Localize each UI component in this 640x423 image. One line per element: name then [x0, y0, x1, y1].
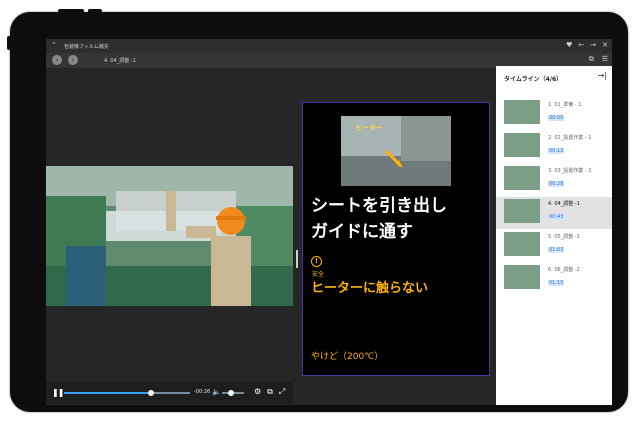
- timeline-item-label: 4. 04_調整 -1: [548, 201, 580, 207]
- side-button: [7, 36, 11, 50]
- power-button: [58, 9, 84, 13]
- timeline-item-6[interactable]: 6. 06_調整 -2 01:15: [496, 263, 612, 295]
- volume-knob[interactable]: [227, 390, 234, 396]
- video-frame[interactable]: [46, 166, 293, 306]
- tablet-frame: ⌃ 包装機フィルム補充 ♥ ← → ✕ ‹ › 4. 04_調整 -1 ⧉ ☰: [7, 9, 628, 412]
- timeline-header: タイムライン（4/6）: [504, 76, 563, 83]
- close-icon[interactable]: ✕: [602, 41, 608, 49]
- settings-gear-icon[interactable]: ⚙: [254, 387, 261, 397]
- timeline-item-5[interactable]: 5. 05_調整 -1 01:03: [496, 230, 612, 262]
- toolbar-icons: ⧉ ☰: [589, 55, 608, 64]
- collapse-panel-icon[interactable]: →|: [598, 71, 607, 80]
- timeline-item-4[interactable]: 4. 04_調整 -1 00:43: [496, 197, 612, 229]
- collapse-chevron-icon[interactable]: ⌃: [51, 41, 57, 49]
- warning-icon: !: [311, 256, 322, 267]
- player-right-icons: ⚙ ⧉ ⤢: [254, 387, 285, 397]
- slide-note: やけど（200℃）: [311, 352, 384, 362]
- timeline-item-time: 00:43: [548, 214, 565, 220]
- timeline-item-label: 1. 01_準備 - 1: [548, 102, 582, 108]
- heater-callout: ヒーター: [355, 124, 383, 132]
- volume-slider[interactable]: [222, 390, 244, 396]
- heart-icon[interactable]: ♥: [566, 41, 572, 49]
- video-scene: [46, 166, 293, 306]
- timeline-item-label: 3. 03_設置作業 - 2: [548, 168, 592, 174]
- chevron-right-icon: ›: [71, 56, 75, 64]
- timeline-item-label: 6. 06_調整 -2: [548, 267, 580, 273]
- next-button[interactable]: ›: [68, 55, 78, 65]
- progress-knob[interactable]: [147, 390, 154, 396]
- timeline-thumbnail: [504, 232, 540, 256]
- player-area: ヒーター シートを引き出し ガイドに通す ! 安全 ヒーターに触らない やけど（…: [46, 68, 496, 405]
- timeline-item-2[interactable]: 2. 02_設置作業 - 1 00:12: [496, 131, 612, 163]
- timeline-item-label: 5. 05_調整 -1: [548, 234, 580, 240]
- timeline-item-time: 00:00: [548, 115, 565, 121]
- progress-bar[interactable]: [64, 390, 190, 396]
- arrow-right-icon[interactable]: →: [590, 41, 596, 49]
- timeline-item-1[interactable]: 1. 01_準備 - 1 00:00: [496, 98, 612, 130]
- slide-title-line-1: シートを引き出し: [311, 196, 447, 216]
- timeline-item-3[interactable]: 3. 03_設置作業 - 2 00:28: [496, 164, 612, 196]
- timeline-thumbnail: [504, 199, 540, 223]
- popout-icon[interactable]: ⧉: [267, 387, 273, 397]
- volume-button: [88, 9, 102, 13]
- timeline-thumbnail: [504, 133, 540, 157]
- slide-photo: ヒーター: [341, 116, 451, 186]
- pause-icon[interactable]: ❚❚: [52, 388, 64, 397]
- title-controls: ♥ ← → ✕: [566, 41, 608, 49]
- timeline-thumbnail: [504, 166, 540, 190]
- timeline-thumbnail: [504, 265, 540, 289]
- warning-text: ヒーターに触らない: [311, 281, 429, 296]
- time-remaining: -00:26: [194, 389, 211, 395]
- slide-title-line-2: ガイドに通す: [311, 222, 413, 242]
- window-title: 包装機フィルム補充: [64, 44, 109, 50]
- timeline-item-time: 00:28: [548, 181, 565, 187]
- app-screen: ⌃ 包装機フィルム補充 ♥ ← → ✕ ‹ › 4. 04_調整 -1 ⧉ ☰: [46, 39, 612, 405]
- title-bar: ⌃ 包装機フィルム補充 ♥ ← → ✕: [46, 39, 612, 53]
- progress-fill: [64, 392, 151, 394]
- chevron-left-icon: ‹: [55, 56, 59, 64]
- timeline-item-label: 2. 02_設置作業 - 1: [548, 135, 592, 141]
- split-handle[interactable]: [296, 250, 298, 268]
- timeline-item-time: 01:15: [548, 280, 565, 286]
- volume-icon[interactable]: 🔈: [212, 388, 221, 396]
- prev-button[interactable]: ‹: [52, 55, 62, 65]
- copy-window-icon[interactable]: ⧉: [589, 55, 594, 64]
- timeline-item-time: 01:03: [548, 247, 565, 253]
- player-controls: ❚❚ -00:26 🔈 ⚙ ⧉ ⤢: [46, 382, 293, 404]
- timeline-panel: タイムライン（4/6） →| 1. 01_準備 - 1 00:00 2. 02_…: [496, 66, 612, 405]
- fullscreen-icon[interactable]: ⤢: [279, 387, 285, 397]
- list-icon[interactable]: ☰: [602, 55, 608, 64]
- timeline-item-time: 00:12: [548, 148, 565, 154]
- arrow-left-icon[interactable]: ←: [578, 41, 584, 49]
- timeline-thumbnail: [504, 100, 540, 124]
- breadcrumb: 4. 04_調整 -1: [104, 58, 136, 64]
- slide-panel: ヒーター シートを引き出し ガイドに通す ! 安全 ヒーターに触らない やけど（…: [302, 102, 490, 376]
